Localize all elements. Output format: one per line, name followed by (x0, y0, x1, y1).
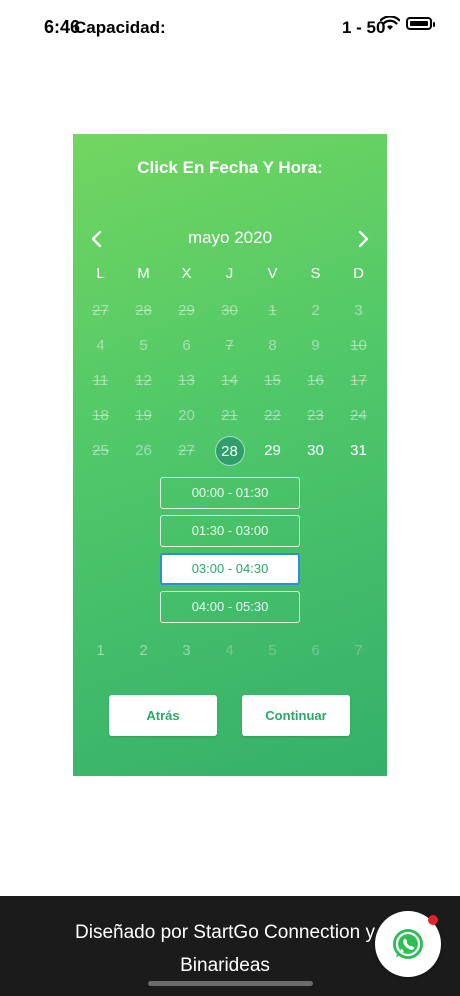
date-cell: 24 (350, 407, 367, 424)
date-grid: 27 28 29 30 1 2 3 4 5 6 7 8 9 10 11 12 1… (73, 294, 387, 484)
date-cell[interactable]: 30 (294, 434, 337, 468)
whatsapp-icon (375, 929, 441, 981)
time-slot[interactable]: 00:00 - 01:30 (160, 477, 300, 509)
date-cell: 4 (96, 337, 105, 354)
date-cell: 3 (354, 302, 363, 319)
date-cell: 25 (92, 442, 109, 459)
week-number: 6 (311, 642, 320, 659)
weekday-label: D (353, 265, 364, 282)
week-number-row: 1 2 3 4 5 6 7 (73, 642, 387, 664)
date-cell: 21 (221, 407, 238, 424)
time-slot[interactable]: 01:30 - 03:00 (160, 515, 300, 547)
wifi-icon (379, 15, 401, 36)
date-cell: 27 (92, 302, 109, 319)
date-cell: 9 (311, 337, 320, 354)
home-indicator (148, 981, 313, 986)
weekday-label: J (225, 265, 234, 282)
notification-dot (428, 915, 438, 925)
date-cell: 26 (135, 442, 152, 459)
weekday-label: L (96, 265, 105, 282)
date-cell: 29 (178, 302, 195, 319)
chevron-right-icon[interactable] (352, 228, 374, 250)
date-cell: 19 (135, 407, 152, 424)
booking-title: Click En Fecha Y Hora: (137, 158, 323, 177)
weekday-header: L M X J V S D (73, 265, 387, 287)
date-cell: 16 (307, 372, 324, 389)
week-number: 4 (225, 642, 234, 659)
footer-line-1: Diseñado por StartGo Connection y (75, 922, 375, 943)
date-cell: 5 (139, 337, 148, 354)
status-bar: 6:46 Capacidad: 1 - 50 (0, 0, 460, 56)
week-number: 3 (182, 642, 191, 659)
selected-date-label: 28 (214, 436, 245, 466)
weekday-label: X (181, 265, 192, 282)
date-cell: 6 (182, 337, 191, 354)
week-number: 1 (96, 642, 105, 659)
time-slot-selected[interactable]: 03:00 - 04:30 (160, 553, 300, 585)
weekday-label: M (137, 265, 150, 282)
date-cell: 2 (311, 302, 320, 319)
date-cell: 7 (225, 337, 234, 354)
capacity-label: Capacidad: (74, 18, 166, 37)
month-navigation: mayo 2020 (73, 224, 387, 254)
date-cell: 17 (350, 372, 367, 389)
week-number: 7 (354, 642, 363, 659)
battery-icon (406, 17, 435, 30)
week-number: 5 (268, 642, 277, 659)
date-cell: 13 (178, 372, 195, 389)
back-button[interactable]: Atrás (109, 695, 217, 736)
date-cell[interactable]: 31 (337, 434, 380, 468)
date-cell-selected[interactable]: 28 (208, 434, 251, 468)
capacity-value: 1 - 50 (342, 18, 386, 37)
date-cell: 15 (264, 372, 281, 389)
date-cell: 18 (92, 407, 109, 424)
footer-line-2: Binarideas (180, 955, 270, 976)
time-slot[interactable]: 04:00 - 05:30 (160, 591, 300, 623)
date-cell: 23 (307, 407, 324, 424)
date-cell: 28 (135, 302, 152, 319)
date-cell[interactable]: 29 (251, 434, 294, 468)
date-cell: 20 (178, 407, 195, 424)
date-cell: 22 (264, 407, 281, 424)
continue-button[interactable]: Continuar (242, 695, 350, 736)
footer-credits: Diseñado por StartGo Connection y Binari… (60, 916, 390, 982)
date-cell: 12 (135, 372, 152, 389)
date-cell: 8 (268, 337, 277, 354)
date-cell: 1 (268, 302, 277, 319)
date-cell: 11 (92, 372, 109, 389)
date-cell: 30 (221, 302, 238, 319)
week-number: 2 (139, 642, 148, 659)
weekday-label: S (310, 265, 321, 282)
weekday-label: V (267, 265, 278, 282)
month-label: mayo 2020 (187, 228, 273, 247)
date-cell: 10 (350, 337, 367, 354)
date-cell: 27 (178, 442, 195, 459)
date-cell: 14 (221, 372, 238, 389)
booking-card: Click En Fecha Y Hora: mayo 2020 L M X J… (73, 134, 387, 776)
